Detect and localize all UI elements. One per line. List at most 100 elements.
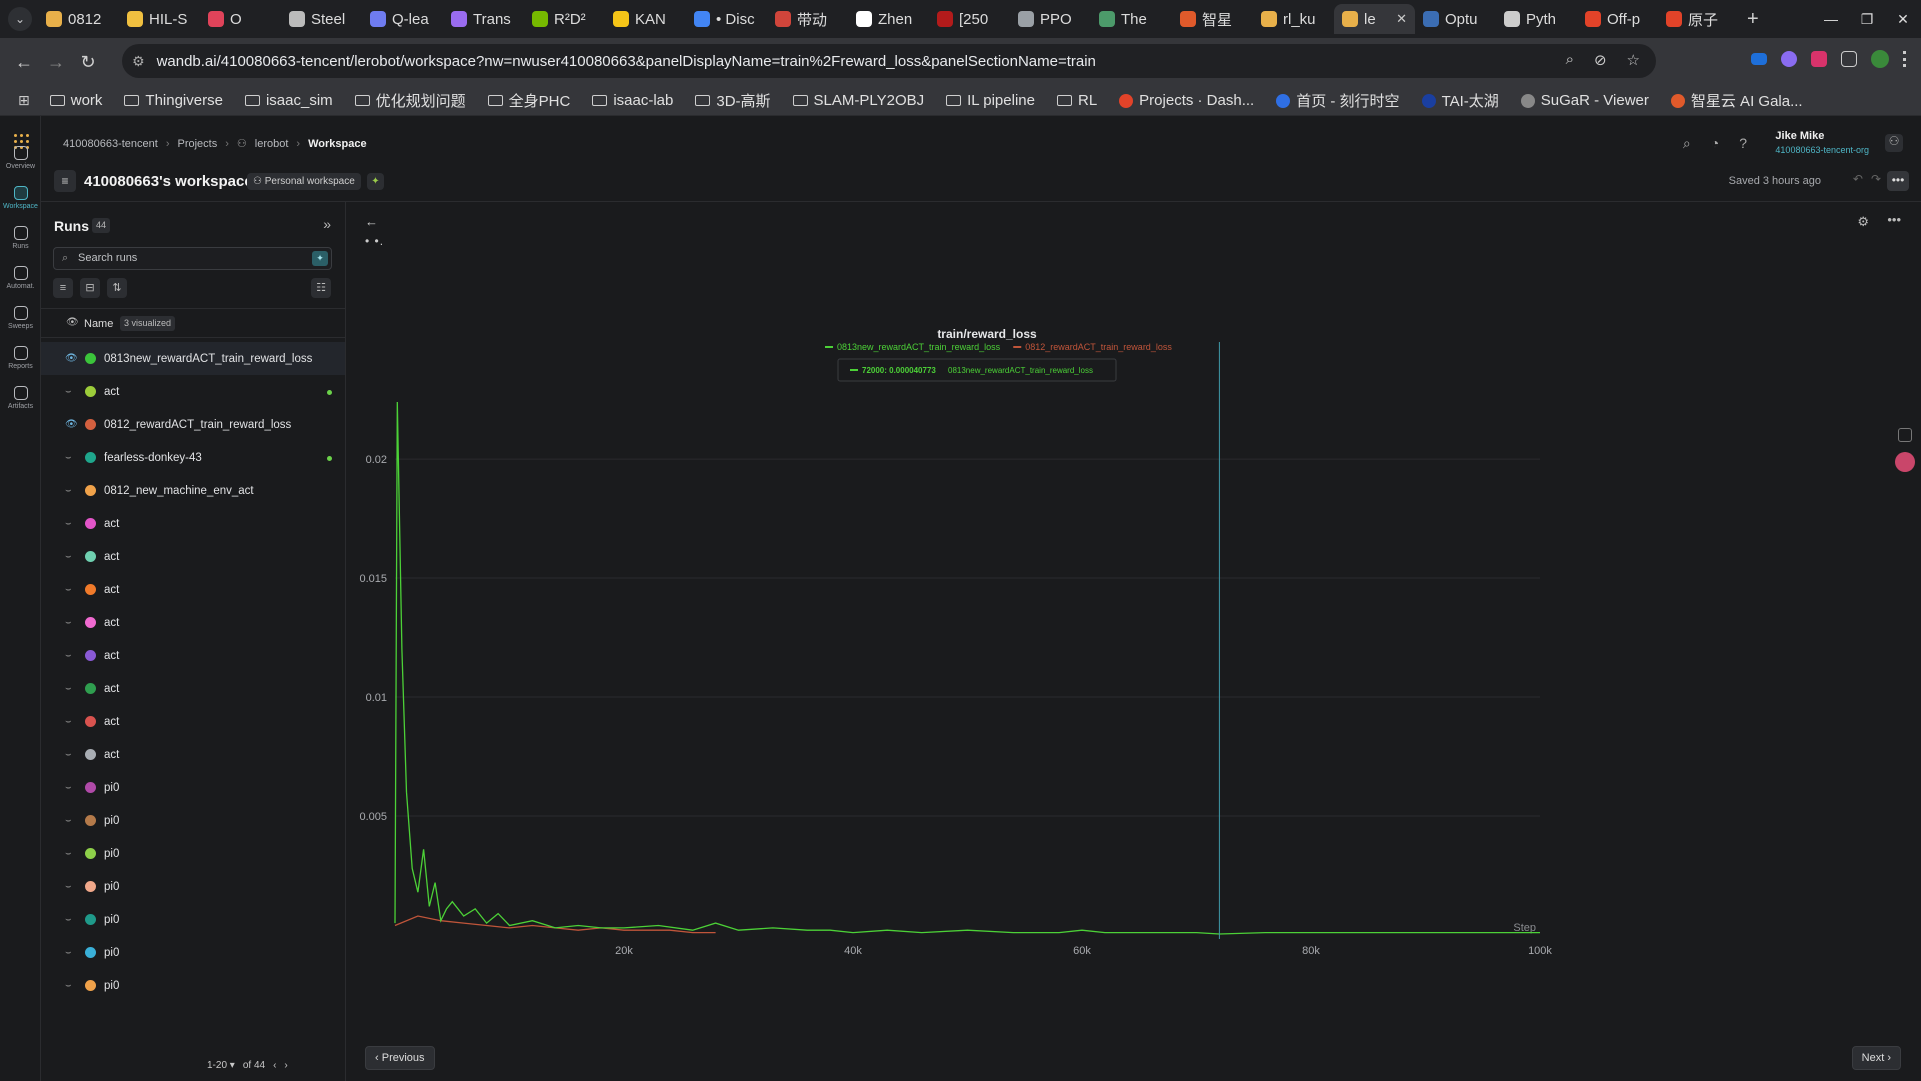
back-icon[interactable]: ← bbox=[10, 52, 38, 73]
restore-icon[interactable]: ❐ bbox=[1849, 11, 1885, 28]
browser-tab[interactable]: 原子 bbox=[1658, 4, 1739, 34]
assistant-icon[interactable] bbox=[1895, 452, 1915, 472]
search-runs-input[interactable]: ⌕ Search runs ✦ bbox=[53, 247, 332, 270]
run-row[interactable]: ⌣ pi0 bbox=[41, 936, 345, 969]
bookmark-item[interactable]: 3D-高斯 bbox=[695, 90, 771, 111]
menu-icon[interactable] bbox=[1903, 51, 1907, 67]
browser-tab[interactable]: Steel bbox=[281, 4, 362, 34]
puzzle-icon[interactable] bbox=[1841, 51, 1857, 67]
run-name[interactable]: 0812_new_machine_env_act bbox=[104, 485, 254, 497]
eye-closed-icon[interactable]: ⌣ bbox=[65, 584, 77, 595]
bookmark-item[interactable]: 首页 - 刻行时空 bbox=[1276, 90, 1400, 111]
next-page-icon[interactable]: › bbox=[284, 1060, 287, 1071]
extension-icon[interactable] bbox=[1811, 51, 1827, 67]
browser-tab[interactable]: R²D² bbox=[524, 4, 605, 34]
eye-icon[interactable]: 👁 bbox=[66, 317, 79, 328]
sparkle-icon[interactable]: ✦ bbox=[367, 173, 384, 190]
run-name[interactable]: pi0 bbox=[104, 881, 119, 893]
panel-more-icon[interactable]: ••• bbox=[1887, 212, 1901, 227]
hamburger-icon[interactable]: ≡ bbox=[54, 170, 76, 192]
browser-tab[interactable]: [250 bbox=[929, 4, 1010, 34]
run-color-dot[interactable] bbox=[85, 881, 96, 892]
bookmark-star-icon[interactable]: ☆ bbox=[1627, 51, 1640, 69]
browser-tab[interactable]: • Disc bbox=[686, 4, 767, 34]
eye-closed-icon[interactable]: ⌣ bbox=[65, 551, 77, 562]
run-color-dot[interactable] bbox=[85, 848, 96, 859]
bookmark-item[interactable]: RL bbox=[1056, 90, 1097, 111]
run-name[interactable]: pi0 bbox=[104, 914, 119, 926]
sort-icon[interactable]: ⇅ bbox=[107, 278, 127, 298]
run-row[interactable]: ⌣ fearless-donkey-43 bbox=[41, 441, 345, 474]
run-row[interactable]: ⌣ pi0 bbox=[41, 804, 345, 837]
browser-tab[interactable]: 0812 bbox=[38, 4, 119, 34]
run-name[interactable]: 0812_rewardACT_train_reward_loss bbox=[104, 419, 291, 431]
browser-tab[interactable]: 智星 bbox=[1172, 4, 1253, 34]
address-bar[interactable]: ⚙ wandb.ai/410080663-tencent/lerobot/wor… bbox=[122, 44, 1656, 78]
run-name[interactable]: act bbox=[104, 584, 119, 596]
bookmark-item[interactable]: isaac-lab bbox=[592, 90, 673, 111]
eye-closed-icon[interactable]: ⌣ bbox=[65, 518, 77, 529]
browser-tab[interactable]: Pyth bbox=[1496, 4, 1577, 34]
run-color-dot[interactable] bbox=[85, 782, 96, 793]
browser-tab[interactable]: HIL-S bbox=[119, 4, 200, 34]
rail-item-automat[interactable]: Automat. bbox=[0, 266, 41, 290]
run-color-dot[interactable] bbox=[85, 353, 96, 364]
eye-closed-icon[interactable]: ⌣ bbox=[65, 782, 77, 793]
browser-tab[interactable]: le ✕ bbox=[1334, 4, 1415, 34]
columns-icon[interactable]: ☷ bbox=[311, 278, 331, 298]
bookmark-item[interactable]: 优化规划问题 bbox=[354, 90, 466, 111]
bell-icon[interactable]: ◔ bbox=[1711, 135, 1719, 152]
eye-closed-icon[interactable]: ⌣ bbox=[65, 452, 77, 463]
line-chart[interactable]: train/reward_loss0813new_rewardACT_train… bbox=[347, 202, 1921, 1042]
run-color-dot[interactable] bbox=[85, 716, 96, 727]
browser-tab[interactable]: rl_ku bbox=[1253, 4, 1334, 34]
new-tab-button[interactable]: + bbox=[1747, 8, 1759, 31]
run-color-dot[interactable] bbox=[85, 650, 96, 661]
browser-tab[interactable]: Optu bbox=[1415, 4, 1496, 34]
browser-tab[interactable]: Q-lea bbox=[362, 4, 443, 34]
run-color-dot[interactable] bbox=[85, 617, 96, 628]
run-row[interactable]: ⌣ pi0 bbox=[41, 903, 345, 936]
personal-workspace-badge[interactable]: ⚇ Personal workspace bbox=[247, 173, 361, 190]
redo-icon[interactable]: ↷ bbox=[1871, 172, 1881, 186]
run-color-dot[interactable] bbox=[85, 980, 96, 991]
breadcrumb-project[interactable]: lerobot bbox=[255, 138, 289, 150]
bookmark-item[interactable]: 智星云 AI Gala... bbox=[1670, 90, 1803, 111]
run-row[interactable]: ⌣ act bbox=[41, 705, 345, 738]
bookmark-item[interactable]: SuGaR - Viewer bbox=[1520, 90, 1649, 111]
user-info[interactable]: Jike Mike 410080663-tencent-org bbox=[1775, 130, 1869, 155]
browser-tab[interactable]: O bbox=[200, 4, 281, 34]
run-row[interactable]: ⌣ act bbox=[41, 738, 345, 771]
eye-closed-icon[interactable]: ⌣ bbox=[65, 650, 77, 661]
run-row[interactable]: ⌣ pi0 bbox=[41, 771, 345, 804]
run-row[interactable]: 👁 0813new_rewardACT_train_reward_loss bbox=[41, 342, 345, 375]
rail-item-sweeps[interactable]: Sweeps bbox=[0, 306, 41, 330]
extension-icon[interactable] bbox=[1751, 53, 1767, 65]
browser-tab[interactable]: The bbox=[1091, 4, 1172, 34]
collapse-runs-icon[interactable]: » bbox=[323, 216, 331, 232]
site-info-icon[interactable]: ⚙ bbox=[132, 53, 145, 70]
extension-icon[interactable] bbox=[1781, 51, 1797, 67]
run-color-dot[interactable] bbox=[85, 815, 96, 826]
eye-icon[interactable]: 👁 bbox=[65, 419, 78, 430]
eye-closed-icon[interactable]: ⌣ bbox=[65, 749, 77, 760]
eye-closed-icon[interactable]: ⌣ bbox=[65, 716, 77, 727]
browser-tab[interactable]: Zhen bbox=[848, 4, 929, 34]
close-window-icon[interactable]: ✕ bbox=[1885, 11, 1921, 28]
breadcrumb-entity[interactable]: 410080663-tencent bbox=[63, 138, 158, 150]
run-name[interactable]: pi0 bbox=[104, 815, 119, 827]
run-name[interactable]: act bbox=[104, 749, 119, 761]
eye-closed-icon[interactable]: ⌣ bbox=[65, 617, 77, 628]
run-name[interactable]: pi0 bbox=[104, 947, 119, 959]
bookmark-item[interactable]: isaac_sim bbox=[244, 90, 333, 111]
minimize-icon[interactable]: — bbox=[1813, 11, 1849, 27]
rail-item-runs[interactable]: Runs bbox=[0, 226, 41, 250]
run-color-dot[interactable] bbox=[85, 419, 96, 430]
help-icon[interactable]: ? bbox=[1739, 135, 1747, 152]
eye-off-icon[interactable]: ⊘ bbox=[1594, 51, 1607, 69]
browser-tab[interactable]: 带动 bbox=[767, 4, 848, 34]
run-name[interactable]: act bbox=[104, 650, 119, 662]
run-name[interactable]: act bbox=[104, 386, 119, 398]
prev-page-icon[interactable]: ‹ bbox=[273, 1060, 276, 1071]
eye-closed-icon[interactable]: ⌣ bbox=[65, 848, 77, 859]
